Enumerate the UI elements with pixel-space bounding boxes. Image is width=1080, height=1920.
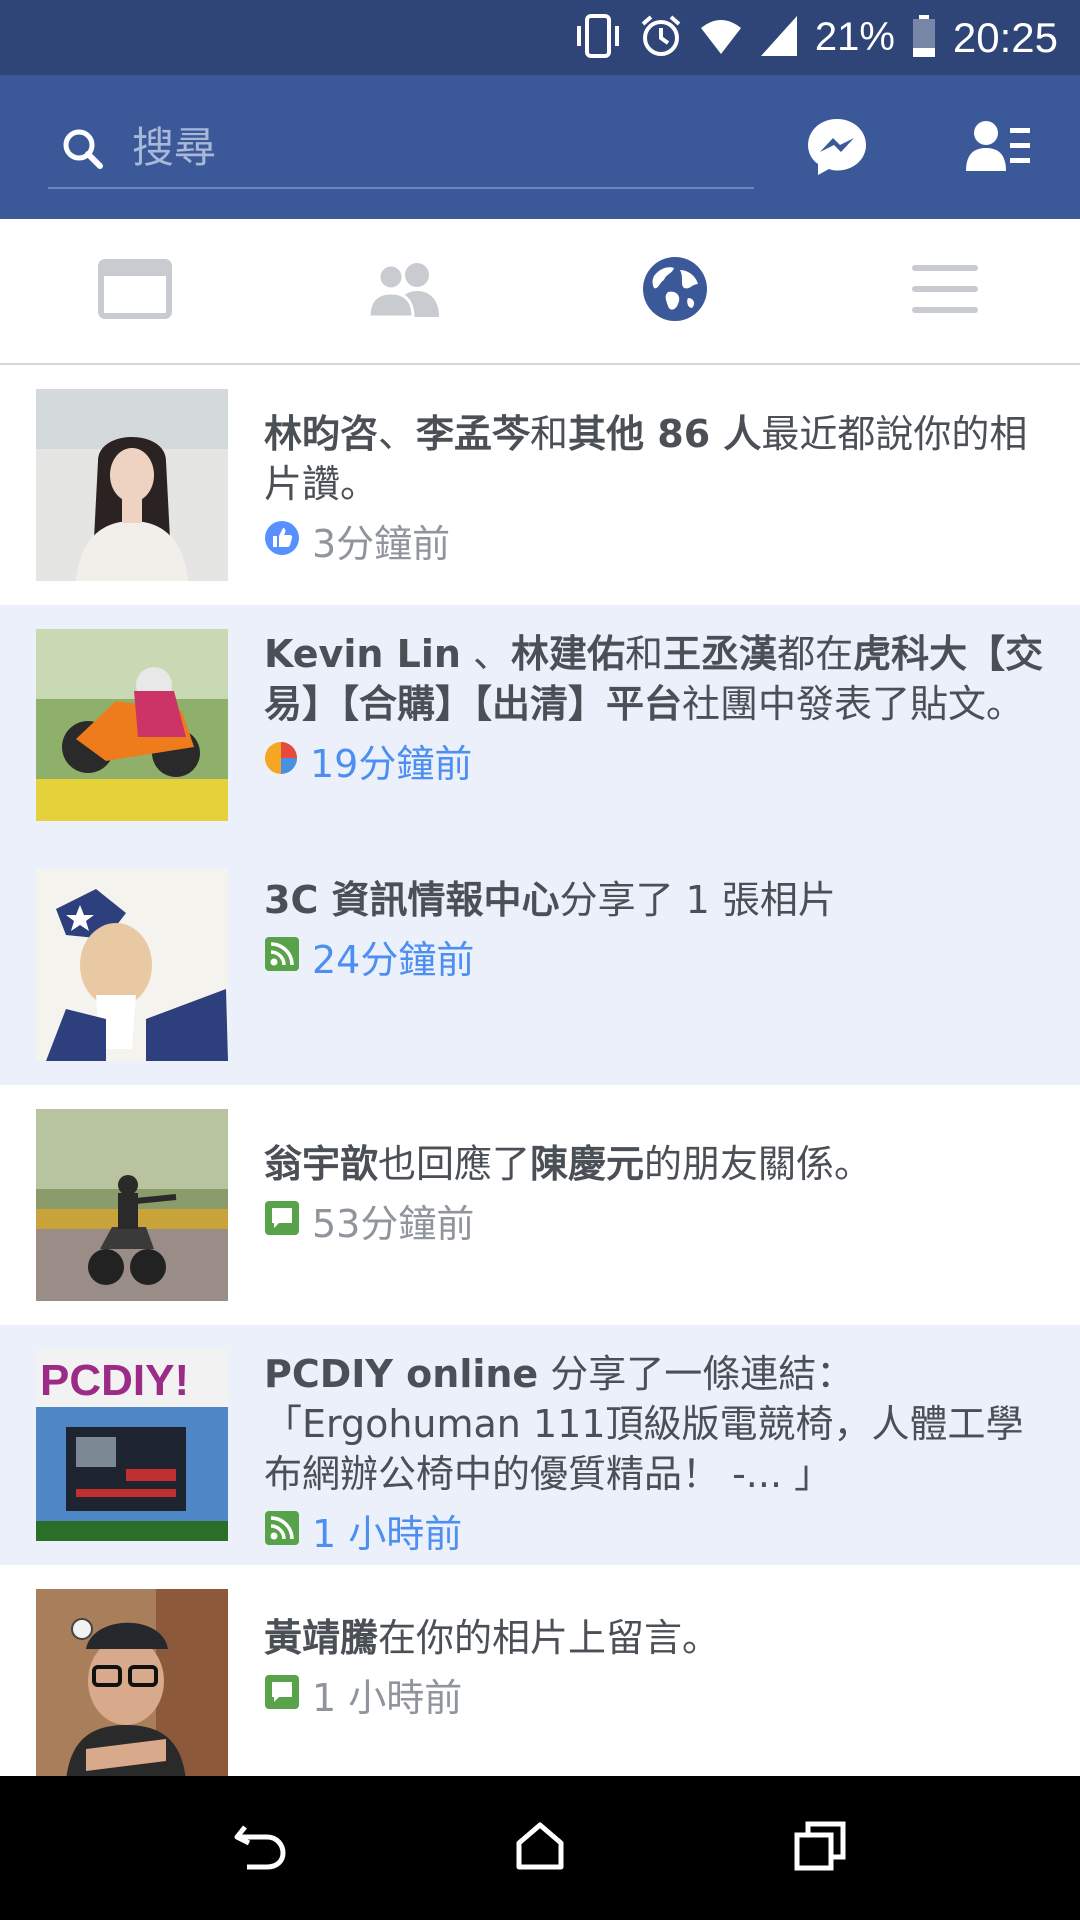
notification-phrase: 在你的相片上留言。 [378, 1616, 721, 1660]
actor-name: 林昀咨 [264, 412, 379, 456]
tab-notifications[interactable] [540, 219, 810, 363]
alarm-icon [639, 14, 683, 62]
friend-requests-icon [367, 261, 443, 321]
notification-time: 24分鐘前 [312, 937, 475, 982]
tab-bar [0, 219, 1080, 365]
contacts-icon [966, 121, 1032, 179]
actor-name: 陳慶元 [530, 1142, 645, 1186]
notification-phrase: 社團中發表了貼文。 [682, 682, 1025, 726]
comment-icon [264, 1674, 300, 1714]
back-icon [233, 1821, 289, 1875]
recent-apps-button[interactable] [745, 1776, 895, 1920]
notification-phrase: 和 [530, 412, 569, 456]
thumbnail-logo-text: PCDIY! [40, 1356, 189, 1405]
search-input[interactable] [130, 111, 734, 185]
actor-name: Kevin Lin [264, 632, 461, 676]
actor-name: 其他 86 人 [568, 412, 762, 456]
notification-thumbnail [36, 1109, 228, 1301]
notification-text: 黃靖騰在你的相片上留言。 [264, 1613, 1054, 1663]
notification-text: PCDIY online 分享了一條連結：「Ergohuman 111頂級版電競… [264, 1349, 1054, 1499]
actor-name: 王丞漢 [663, 632, 778, 676]
notification-phrase: 的朋友關係。 [644, 1142, 873, 1186]
notification-phrase: 和 [625, 632, 664, 676]
home-icon [515, 1821, 565, 1875]
tab-more[interactable] [810, 219, 1080, 363]
actor-name: 黃靖騰 [264, 1616, 379, 1660]
notification-meta: 3分鐘前 [264, 515, 1054, 566]
notification-item[interactable]: PCDIY! PCDIY online 分享了一條連結：「Ergohuman 1… [0, 1325, 1080, 1565]
messenger-icon [805, 119, 869, 183]
group-icon [264, 741, 298, 779]
comment-icon [264, 1200, 300, 1240]
notification-thumbnail [36, 869, 228, 1061]
notification-item[interactable]: 3C 資訊情報中心分享了 1 張相片 24分鐘前 [0, 845, 1080, 1085]
notification-meta: 24分鐘前 [264, 931, 1054, 982]
notification-item[interactable]: 林昀咨、李孟芩和其他 86 人最近都說你的相片讚。 3分鐘前 [0, 365, 1080, 605]
notification-list: 林昀咨、李孟芩和其他 86 人最近都說你的相片讚。 3分鐘前 Kevin Lin… [0, 365, 1080, 1776]
battery-icon [911, 14, 937, 62]
notification-content: 林昀咨、李孟芩和其他 86 人最近都說你的相片讚。 3分鐘前 [264, 409, 1054, 566]
feed-icon [264, 1510, 300, 1550]
notification-content: 翁宇歆也回應了陳慶元的朋友關係。 53分鐘前 [264, 1139, 1054, 1246]
notification-content: 3C 資訊情報中心分享了 1 張相片 24分鐘前 [264, 875, 1054, 982]
notification-item[interactable]: Kevin Lin 、林建佑和王丞漢都在虎科大【交易】【合購】【出清】平台社團中… [0, 605, 1080, 845]
globe-icon [642, 256, 708, 326]
friends-list-button[interactable] [966, 119, 1032, 175]
system-nav-bar [0, 1776, 1080, 1920]
recent-apps-icon [794, 1821, 846, 1875]
back-button[interactable] [186, 1776, 336, 1920]
notification-content: Kevin Lin 、林建佑和王丞漢都在虎科大【交易】【合購】【出清】平台社團中… [264, 629, 1054, 786]
status-icons: 21% 20:25 [557, 0, 1058, 75]
notification-phrase: 、 [460, 632, 512, 676]
notification-meta: 53分鐘前 [264, 1195, 1054, 1246]
app-bar [0, 75, 1080, 219]
menu-icon [912, 263, 978, 319]
messenger-button[interactable] [805, 115, 869, 179]
notification-text: 翁宇歆也回應了陳慶元的朋友關係。 [264, 1139, 1054, 1189]
notification-item[interactable]: 翁宇歆也回應了陳慶元的朋友關係。 53分鐘前 [0, 1085, 1080, 1325]
signal-icon [759, 14, 799, 62]
vibrate-icon [573, 13, 623, 62]
actor-name: PCDIY online [264, 1352, 539, 1396]
battery-percent: 21% [814, 15, 895, 59]
notification-time: 1 小時前 [312, 1675, 463, 1720]
wifi-icon [699, 14, 743, 62]
notification-meta: 19分鐘前 [264, 735, 1054, 786]
actor-name: 林建佑 [511, 632, 626, 676]
notification-content: 黃靖騰在你的相片上留言。 1 小時前 [264, 1613, 1054, 1720]
like-icon [264, 520, 300, 560]
notification-thumbnail: PCDIY! [36, 1349, 228, 1541]
notification-text: 林昀咨、李孟芩和其他 86 人最近都說你的相片讚。 [264, 409, 1054, 509]
notification-phrase: 、 [378, 412, 417, 456]
notification-phrase: 分享了 1 張相片 [559, 878, 836, 922]
notification-time: 53分鐘前 [312, 1201, 475, 1246]
actor-name: 李孟芩 [416, 412, 531, 456]
notification-thumbnail [36, 1589, 228, 1776]
notification-meta: 1 小時前 [264, 1505, 1054, 1556]
status-bar: 21% 20:25 [0, 0, 1080, 75]
clock: 20:25 [952, 13, 1058, 61]
notification-text: 3C 資訊情報中心分享了 1 張相片 [264, 875, 1054, 925]
search-box[interactable] [48, 111, 754, 189]
home-button[interactable] [465, 1776, 615, 1920]
notification-item[interactable]: 黃靖騰在你的相片上留言。 1 小時前 [0, 1565, 1080, 1776]
notification-time: 1 小時前 [312, 1511, 463, 1556]
notification-text: Kevin Lin 、林建佑和王丞漢都在虎科大【交易】【合購】【出清】平台社團中… [264, 629, 1054, 729]
notification-content: PCDIY online 分享了一條連結：「Ergohuman 111頂級版電競… [264, 1349, 1054, 1556]
notification-time: 3分鐘前 [312, 521, 451, 566]
actor-name: 3C 資訊情報中心 [264, 878, 560, 922]
notification-thumbnail [36, 629, 228, 821]
feed-icon [264, 936, 300, 976]
search-icon [61, 127, 105, 175]
notification-time: 19分鐘前 [310, 741, 473, 786]
tab-news-feed[interactable] [0, 219, 270, 363]
tab-friend-requests[interactable] [270, 219, 540, 363]
notification-thumbnail [36, 389, 228, 581]
notification-phrase: 都在 [777, 632, 854, 676]
actor-name: 翁宇歆 [264, 1142, 379, 1186]
news-feed-icon [98, 259, 172, 323]
notification-phrase: 也回應了 [378, 1142, 531, 1186]
notification-meta: 1 小時前 [264, 1669, 1054, 1720]
